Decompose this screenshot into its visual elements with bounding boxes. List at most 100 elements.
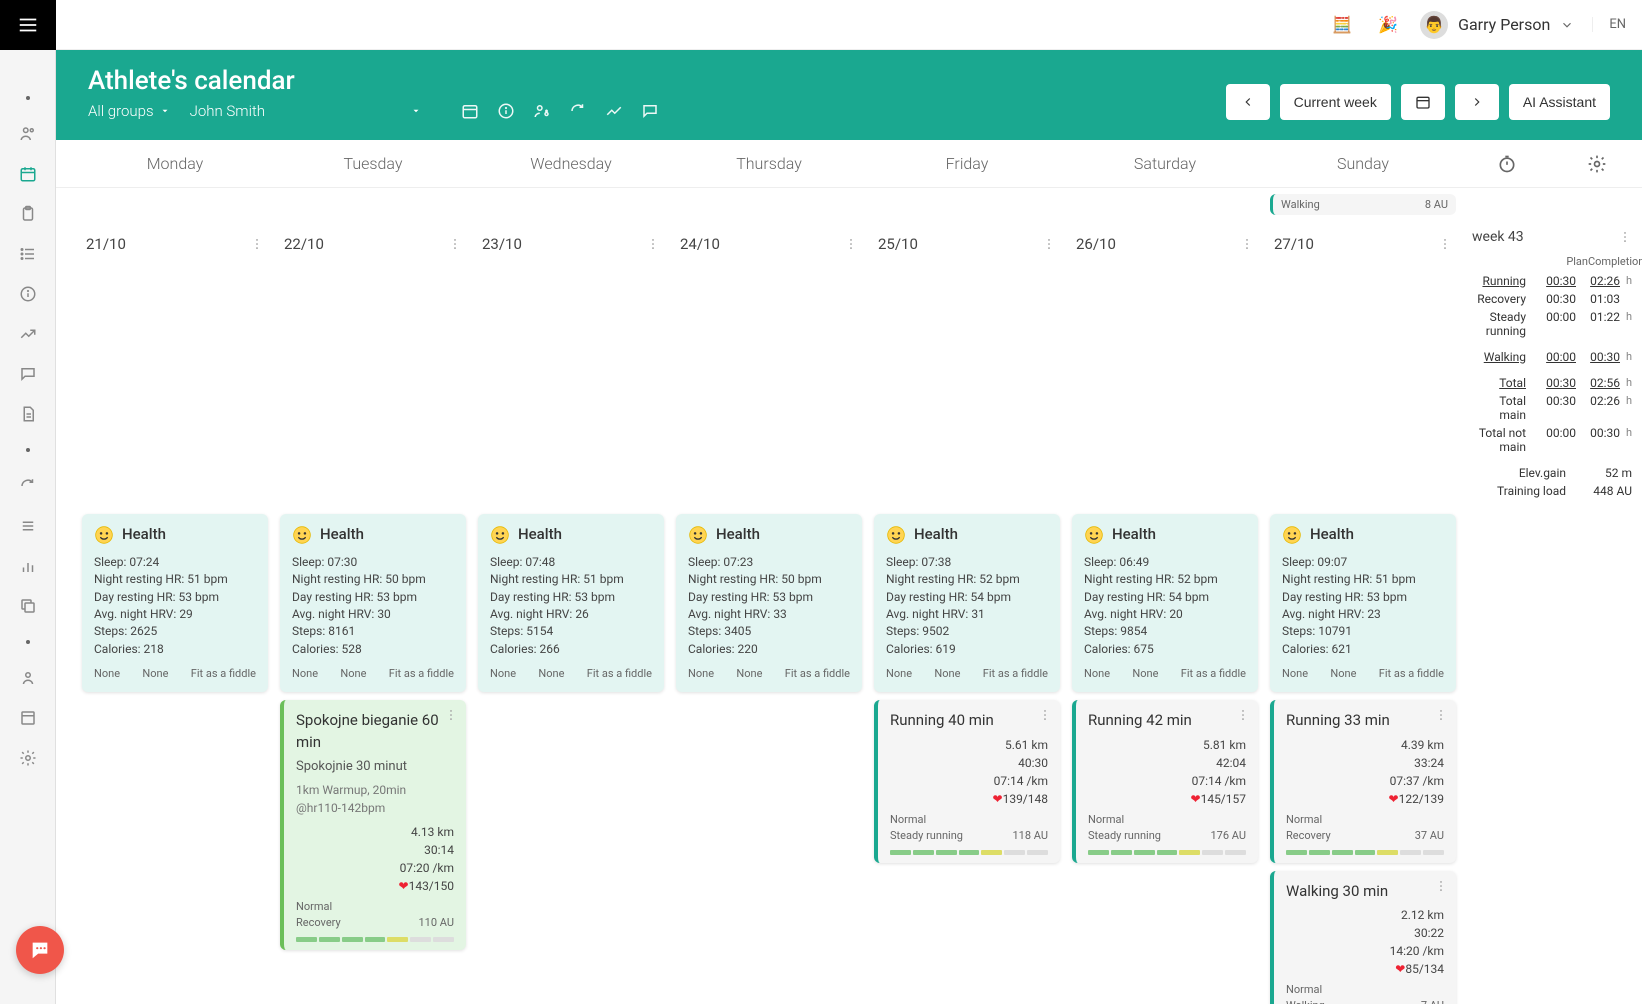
day-menu-icon[interactable]: [844, 237, 858, 251]
health-hrv: Avg. night HRV: 29: [94, 606, 256, 623]
summary-row-label: Steady running: [1472, 310, 1532, 338]
nav-list-icon[interactable]: [16, 242, 40, 266]
activity-time: 42:04: [1088, 754, 1246, 772]
nav-document-icon[interactable]: [16, 402, 40, 426]
day-menu-icon[interactable]: [1042, 237, 1056, 251]
gear-icon[interactable]: [1587, 154, 1607, 174]
share-athlete-icon[interactable]: [533, 102, 551, 120]
health-night-hr: Night resting HR: 51 bpm: [94, 571, 256, 588]
user-menu[interactable]: 👨 Garry Person: [1420, 11, 1574, 39]
health-card[interactable]: HealthSleep: 07:48Night resting HR: 51 b…: [478, 514, 664, 692]
nav-separator: [26, 640, 30, 644]
activity-subtitle: Spokojnie 30 minut: [296, 758, 454, 777]
nav-chat-icon[interactable]: [16, 362, 40, 386]
health-calories: Calories: 218: [94, 641, 256, 658]
activity-distance: 5.81 km: [1088, 736, 1246, 754]
activity-hr: ❤85/134: [1286, 960, 1444, 978]
card-menu-icon[interactable]: [1038, 708, 1052, 722]
jump-to-date-icon[interactable]: [461, 102, 479, 120]
activity-title: Spokojne bieganie 60 min: [296, 710, 454, 754]
activity-card[interactable]: Running 40 min5.61 km40:3007:14 /km❤139/…: [874, 700, 1060, 863]
summary-row-label: Total not main: [1472, 426, 1532, 454]
activity-load: 176 AU: [1211, 828, 1247, 844]
group-dropdown[interactable]: All groups: [88, 102, 170, 120]
nav-calendar-icon[interactable]: [16, 162, 40, 186]
nav-person-icon[interactable]: [16, 666, 40, 690]
dow-thu: Thursday: [670, 140, 868, 187]
summary-row-label: Recovery: [1472, 292, 1532, 306]
activity-pace: 07:37 /km: [1286, 772, 1444, 790]
health-day-hr: Day resting HR: 54 bpm: [1084, 589, 1246, 606]
prev-week-button[interactable]: [1226, 84, 1270, 120]
health-steps: Steps: 8161: [292, 623, 454, 640]
activity-type: Steady running: [890, 828, 963, 844]
activity-hr: ❤122/139: [1286, 790, 1444, 808]
card-menu-icon[interactable]: [444, 708, 458, 722]
activity-time: 40:30: [890, 754, 1048, 772]
zone-bars: [1088, 850, 1246, 855]
hamburger-menu[interactable]: [0, 0, 56, 50]
info-icon[interactable]: [497, 102, 515, 120]
health-hrv: Avg. night HRV: 26: [490, 606, 652, 623]
activity-title: Running 33 min: [1286, 710, 1444, 732]
day-menu-icon[interactable]: [1438, 237, 1452, 251]
zone-bars: [1286, 850, 1444, 855]
activity-feel: Normal: [1286, 812, 1331, 828]
dow-mon: Monday: [76, 140, 274, 187]
health-card[interactable]: HealthSleep: 09:07Night resting HR: 51 b…: [1270, 514, 1456, 692]
activity-card[interactable]: Spokojne bieganie 60 min Spokojnie 30 min…: [280, 700, 466, 950]
activity-card[interactable]: Walking 8 AU: [1270, 194, 1456, 215]
nav-list2-icon[interactable]: [16, 514, 40, 538]
chart-icon[interactable]: [605, 102, 623, 120]
health-card[interactable]: HealthSleep: 06:49Night resting HR: 52 b…: [1072, 514, 1258, 692]
nav-template-icon[interactable]: [16, 706, 40, 730]
card-menu-icon[interactable]: [1434, 879, 1448, 893]
health-sleep: Sleep: 06:49: [1084, 554, 1246, 571]
day-menu-icon[interactable]: [250, 237, 264, 251]
ai-assistant-button[interactable]: AI Assistant: [1509, 84, 1610, 120]
nav-analytics-icon[interactable]: [16, 554, 40, 578]
day-menu-icon[interactable]: [448, 237, 462, 251]
health-steps: Steps: 3405: [688, 623, 850, 640]
health-card[interactable]: HealthSleep: 07:38Night resting HR: 52 b…: [874, 514, 1060, 692]
dow-fri: Friday: [868, 140, 1066, 187]
calendar-picker-button[interactable]: [1401, 84, 1445, 120]
refresh-icon[interactable]: [569, 102, 587, 120]
nav-settings-icon[interactable]: [16, 746, 40, 770]
confetti-icon[interactable]: 🎉: [1374, 11, 1402, 39]
activity-card[interactable]: Running 33 min4.39 km33:2407:37 /km❤122/…: [1270, 700, 1456, 863]
activity-card[interactable]: Walking 30 min2.12 km30:2214:20 /km❤85/1…: [1270, 871, 1456, 1004]
health-hrv: Avg. night HRV: 30: [292, 606, 454, 623]
athlete-dropdown[interactable]: John Smith: [190, 102, 421, 120]
health-sleep: Sleep: 07:30: [292, 554, 454, 571]
activity-card[interactable]: Running 42 min5.81 km42:0407:14 /km❤145/…: [1072, 700, 1258, 863]
health-title: Health: [914, 524, 958, 546]
health-steps: Steps: 5154: [490, 623, 652, 640]
health-card[interactable]: HealthSleep: 07:24Night resting HR: 51 b…: [82, 514, 268, 692]
day-menu-icon[interactable]: [1240, 237, 1254, 251]
calculator-icon[interactable]: 🧮: [1328, 11, 1356, 39]
health-calories: Calories: 621: [1282, 641, 1444, 658]
stopwatch-icon[interactable]: [1497, 154, 1517, 174]
health-card[interactable]: HealthSleep: 07:30Night resting HR: 50 b…: [280, 514, 466, 692]
day-menu-icon[interactable]: [646, 237, 660, 251]
nav-clipboard-icon[interactable]: [16, 202, 40, 226]
nav-info-icon[interactable]: [16, 282, 40, 306]
nav-trend-icon[interactable]: [16, 322, 40, 346]
health-card[interactable]: HealthSleep: 07:23Night resting HR: 50 b…: [676, 514, 862, 692]
week-menu-icon[interactable]: [1618, 230, 1632, 244]
nav-copy-icon[interactable]: [16, 594, 40, 618]
support-chat-button[interactable]: [16, 926, 64, 974]
nav-athletes-icon[interactable]: [16, 122, 40, 146]
date-label: 22/10: [284, 235, 324, 253]
comment-icon[interactable]: [641, 102, 659, 120]
current-week-button[interactable]: Current week: [1280, 84, 1391, 120]
nav-refresh-icon[interactable]: [16, 474, 40, 498]
language-selector[interactable]: EN: [1592, 17, 1626, 32]
card-menu-icon[interactable]: [1236, 708, 1250, 722]
calendar-body[interactable]: Walking 8 AU 21/1022/1023/1024/1025/1026…: [56, 188, 1642, 1004]
activity-time: 30:14: [296, 841, 454, 859]
health-night-hr: Night resting HR: 52 bpm: [886, 571, 1048, 588]
card-menu-icon[interactable]: [1434, 708, 1448, 722]
next-week-button[interactable]: [1455, 84, 1499, 120]
